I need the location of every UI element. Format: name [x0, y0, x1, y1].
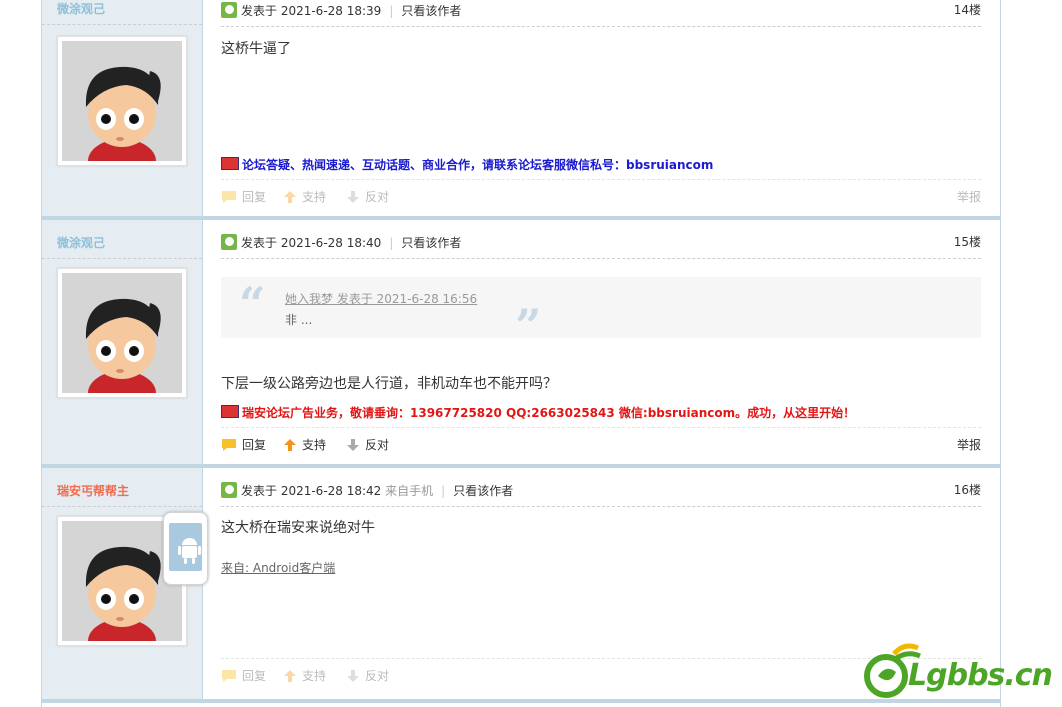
android-robot-icon	[178, 538, 201, 564]
post-meta: 发表于 2021-6-28 18:42 来自手机 | 只看该作者 16楼	[221, 480, 981, 507]
quote-body: 非 ...	[285, 313, 313, 327]
oppose-button[interactable]: 反对	[346, 667, 389, 684]
forum-ad-text[interactable]: 论坛答疑、热闻速递、互动话题、商业合作，请联系论坛客服微信私号：bbsruian…	[242, 158, 713, 172]
post-content: 发表于 2021-6-28 18:40 | 只看该作者 15楼 “ ” 她入我梦 发…	[221, 220, 981, 464]
only-author-link[interactable]: 只看该作者	[401, 4, 461, 18]
author-name[interactable]: 瑞安丐帮帮主	[57, 482, 129, 499]
android-phone-icon	[163, 512, 208, 585]
thumb-up-arrow-icon	[284, 670, 296, 682]
support-button[interactable]: 支持	[283, 667, 326, 684]
user-icon	[221, 234, 237, 250]
author-sidebar: 瑞安丐帮帮主	[42, 468, 208, 699]
author-name[interactable]: 微涂观己	[57, 234, 105, 251]
oppose-button[interactable]: 反对	[346, 436, 389, 453]
thumb-down-arrow-icon	[347, 191, 359, 203]
post-14: 微涂观己 发表于 2021-6-28 18:39 | 只看该作者 14楼 这桥牛…	[42, 0, 1000, 220]
post-date: 发表于 2021-6-28 18:40	[241, 236, 382, 250]
post-meta: 发表于 2021-6-28 18:40 | 只看该作者 15楼	[221, 232, 981, 259]
client-source-link[interactable]: 来自: Android客户端	[221, 559, 335, 576]
close-quote-icon: ”	[515, 299, 542, 353]
support-button[interactable]: 支持	[283, 436, 326, 453]
from-mobile-label: 来自手机	[385, 484, 434, 498]
post-list: 微涂观己 发表于 2021-6-28 18:39 | 只看该作者 14楼 这桥牛…	[41, 0, 1001, 707]
quote-block: “ ” 她入我梦 发表于 2021-6-28 16:56 非 ...	[221, 277, 981, 349]
sidebar-divider	[42, 258, 202, 259]
user-icon	[221, 482, 237, 498]
only-author-link[interactable]: 只看该作者	[453, 484, 513, 498]
post-message: 这大桥在瑞安来说绝对牛	[221, 520, 375, 536]
sidebar-divider	[42, 24, 202, 25]
thumb-up-arrow-icon	[284, 439, 296, 451]
watermark-text: Lgbbs.cn	[908, 658, 1053, 693]
post-meta: 发表于 2021-6-28 18:39 | 只看该作者 14楼	[221, 0, 981, 27]
thumb-down-arrow-icon	[347, 439, 359, 451]
site-watermark: Lgbbs.cn	[864, 640, 1054, 700]
reply-icon	[222, 670, 236, 682]
post-16: 瑞安丐帮帮主 发表于 2021-6-28 18:42 来自手机 | 只看该作者 …	[42, 468, 1000, 703]
avatar-cartoon-icon	[62, 41, 182, 161]
author-sidebar: 微涂观己	[42, 0, 203, 216]
support-button[interactable]: 支持	[283, 188, 326, 205]
post-date: 发表于 2021-6-28 18:42	[241, 484, 382, 498]
sidebar-divider	[42, 506, 202, 507]
author-sidebar: 微涂观己	[42, 220, 203, 464]
forum-ad-text[interactable]: 瑞安论坛广告业务，敬请垂询：13967725820 QQ:2663025843 …	[242, 406, 855, 420]
thumb-up-arrow-icon	[284, 191, 296, 203]
oppose-button[interactable]: 反对	[346, 188, 389, 205]
post-message: 下层一级公路旁边也是人行道，非机动车也不能开吗？	[221, 376, 557, 392]
post-date: 发表于 2021-6-28 18:39	[241, 4, 382, 18]
report-button[interactable]: 举报	[957, 188, 981, 205]
forum-ad[interactable]: 瑞安论坛广告业务，敬请垂询：13967725820 QQ:2663025843 …	[221, 404, 855, 421]
avatar-cartoon-icon	[62, 273, 182, 393]
avatar[interactable]	[57, 36, 187, 166]
thumb-down-arrow-icon	[347, 670, 359, 682]
post-message: 这桥牛逼了	[221, 41, 291, 57]
only-author-link[interactable]: 只看该作者	[401, 236, 461, 250]
avatar[interactable]	[57, 268, 187, 398]
author-name[interactable]: 微涂观己	[57, 0, 105, 17]
post-actions: 回复 支持 反对 举报	[221, 427, 981, 462]
floor-number[interactable]: 15楼	[954, 233, 981, 250]
flag-icon	[221, 405, 239, 418]
report-button[interactable]: 举报	[957, 436, 981, 453]
post-15: 微涂观己 发表于 2021-6-28 18:40 | 只看该作者 15楼 “ ”…	[42, 220, 1000, 468]
floor-number[interactable]: 14楼	[954, 1, 981, 18]
quote-header[interactable]: 她入我梦 发表于 2021-6-28 16:56	[285, 290, 477, 307]
avatar[interactable]	[57, 512, 208, 646]
user-icon	[221, 2, 237, 18]
reply-icon	[222, 439, 236, 451]
open-quote-icon: “	[239, 277, 266, 331]
floor-number[interactable]: 16楼	[954, 481, 981, 498]
reply-button[interactable]: 回复	[221, 188, 266, 205]
reply-button[interactable]: 回复	[221, 436, 266, 453]
flag-icon	[221, 157, 239, 170]
forum-ad[interactable]: 论坛答疑、热闻速递、互动话题、商业合作，请联系论坛客服微信私号：bbsruian…	[221, 156, 713, 173]
reply-icon	[222, 191, 236, 203]
post-actions: 回复 支持 反对 举报	[221, 179, 981, 214]
post-content: 发表于 2021-6-28 18:39 | 只看该作者 14楼 这桥牛逼了 论坛答疑…	[221, 0, 981, 216]
reply-button[interactable]: 回复	[221, 667, 266, 684]
